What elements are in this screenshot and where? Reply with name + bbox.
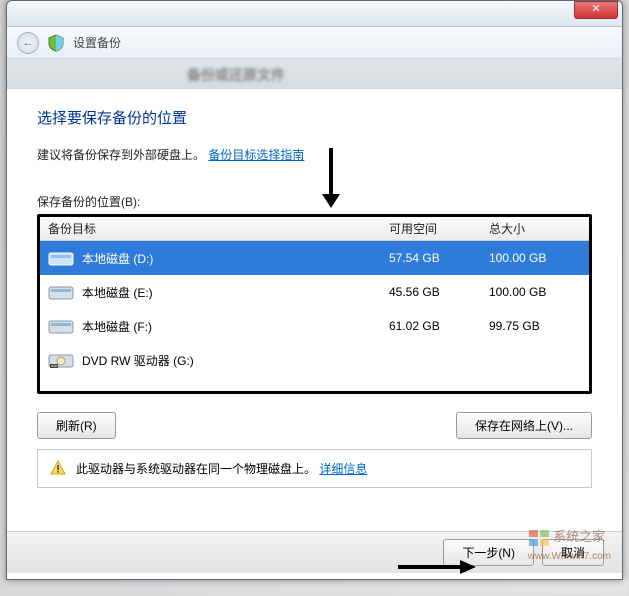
drive-row-e[interactable]: 本地磁盘 (E:) 45.56 GB 100.00 GB [40, 275, 589, 309]
button-row: 刷新(R) 保存在网络上(V)... [37, 412, 592, 439]
hdd-icon [48, 282, 74, 302]
guide-link[interactable]: 备份目标选择指南 [208, 148, 304, 162]
drive-row-d[interactable]: 本地磁盘 (D:) 57.54 GB 100.00 GB [40, 241, 589, 275]
drive-total: 100.00 GB [489, 285, 589, 299]
subtitle-text: 建议将备份保存到外部硬盘上。 [37, 148, 205, 162]
drive-name: DVD RW 驱动器 (G:) [82, 352, 194, 369]
page-title: 选择要保存备份的位置 [37, 107, 592, 128]
back-button[interactable]: ← [17, 32, 39, 54]
dvd-icon: DVD [48, 350, 74, 370]
drive-name: 本地磁盘 (D:) [82, 250, 153, 267]
warning-box: 此驱动器与系统驱动器在同一个物理磁盘上。 详细信息 [37, 449, 592, 488]
warning-details-link[interactable]: 详细信息 [319, 462, 367, 476]
hdd-icon [48, 316, 74, 336]
drive-total: 100.00 GB [489, 251, 589, 265]
drive-free: 61.02 GB [389, 319, 489, 333]
drive-total: 99.75 GB [489, 319, 589, 333]
content-area: 选择要保存备份的位置 建议将备份保存到外部硬盘上。 备份目标选择指南 保存备份的… [7, 89, 622, 498]
parent-window-strip: 备份或还原文件 [7, 59, 622, 89]
parent-window-title: 备份或还原文件 [187, 65, 285, 85]
col-free: 可用空间 [389, 220, 489, 237]
drive-row-g[interactable]: DVD DVD RW 驱动器 (G:) [40, 343, 589, 377]
watermark-url: www.Winwin7.com [528, 551, 611, 562]
drive-name: 本地磁盘 (F:) [82, 318, 152, 335]
drive-free: 45.56 GB [389, 285, 489, 299]
nav-title: 设置备份 [73, 34, 121, 51]
drive-row-f[interactable]: 本地磁盘 (F:) 61.02 GB 99.75 GB [40, 309, 589, 343]
watermark-text: 系统之家 [553, 529, 605, 544]
close-icon: ✕ [591, 3, 600, 15]
refresh-button[interactable]: 刷新(R) [37, 412, 116, 439]
list-label: 保存备份的位置(B): [37, 193, 592, 210]
save-network-button[interactable]: 保存在网络上(V)... [456, 412, 592, 439]
close-button[interactable]: ✕ [574, 1, 618, 19]
warning-text-wrap: 此驱动器与系统驱动器在同一个物理磁盘上。 详细信息 [76, 460, 367, 477]
back-arrow-icon: ← [23, 37, 34, 49]
dialog-window: ✕ ← 设置备份 备份或还原文件 选择要保存备份的位置 建议将备份保存到外部硬盘… [6, 0, 623, 580]
nav-header: ← 设置备份 [7, 27, 622, 59]
warning-icon [50, 460, 66, 476]
col-total: 总大小 [489, 220, 589, 237]
svg-text:DVD: DVD [51, 364, 58, 368]
drive-list-box: 备份目标 可用空间 总大小 本地磁盘 (D:) 57.54 GB 100.00 … [37, 214, 592, 394]
next-button[interactable]: 下一步(N) [443, 539, 534, 566]
watermark-logo-icon [528, 529, 550, 547]
watermark: 系统之家 www.Winwin7.com [528, 526, 611, 562]
drive-list-header: 备份目标 可用空间 总大小 [40, 217, 589, 241]
drive-free: 57.54 GB [389, 251, 489, 265]
hdd-icon [48, 248, 74, 268]
titlebar: ✕ [7, 1, 622, 27]
drive-name: 本地磁盘 (E:) [82, 284, 153, 301]
shield-icon [47, 34, 65, 52]
warning-text: 此驱动器与系统驱动器在同一个物理磁盘上。 [76, 462, 316, 476]
subtitle-row: 建议将备份保存到外部硬盘上。 备份目标选择指南 [37, 146, 592, 163]
col-target: 备份目标 [40, 220, 389, 237]
